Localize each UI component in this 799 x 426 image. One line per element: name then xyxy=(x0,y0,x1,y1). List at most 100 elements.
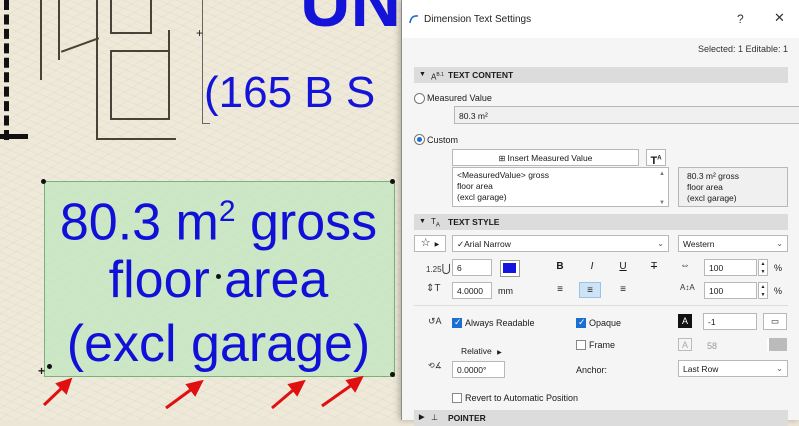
angle-field[interactable]: 0.0000° xyxy=(452,361,505,378)
pen-color-fill xyxy=(503,263,516,273)
annotation-arrows xyxy=(42,375,364,410)
strikethrough-button[interactable]: T xyxy=(643,259,665,275)
chevron-down-icon: ⌄ xyxy=(776,239,783,248)
readable-text-icon: ↺A xyxy=(428,316,442,326)
italic-button[interactable]: I xyxy=(581,259,603,275)
text-size-icon: ⇕T xyxy=(426,283,441,294)
pointer-section-header[interactable]: ▶ ⊥ POINTER xyxy=(414,410,788,426)
frame-icon: A xyxy=(681,340,688,350)
text-format-button[interactable]: TA xyxy=(646,149,666,167)
measured-value-label: Measured Value xyxy=(427,93,492,103)
align-left-button[interactable]: ≡ xyxy=(549,282,571,298)
percent-label: % xyxy=(774,286,783,296)
percent-label: % xyxy=(774,263,783,273)
align-center-icon: ≡ xyxy=(587,285,593,296)
favorites-button[interactable]: ☆ ▶ xyxy=(414,235,446,252)
pen-color-swatch[interactable] xyxy=(500,260,520,277)
relative-toggle[interactable]: Relative ▶ xyxy=(454,345,502,359)
opaque-label: Opaque xyxy=(589,318,622,328)
play-icon: ▶ xyxy=(497,350,502,356)
revert-checkbox[interactable] xyxy=(452,393,462,403)
frame-checkbox[interactable] xyxy=(576,340,586,350)
align-right-button[interactable]: ≡ xyxy=(612,282,634,298)
background-pen-field[interactable]: -1 xyxy=(703,313,757,330)
frame-pen-color[interactable] xyxy=(767,338,787,351)
collapse-caret-icon: ▼ xyxy=(419,71,426,78)
text-size-field[interactable]: 4.0000 xyxy=(452,282,492,299)
anchor-value: Last Row xyxy=(683,364,719,374)
pointer-icon: ⊥ xyxy=(431,413,438,422)
insert-measured-value-button[interactable]: ⊞ Insert Measured Value xyxy=(452,149,639,166)
preview-line: 80.3 m² gross xyxy=(687,171,739,181)
chevron-down-icon: ⌄ xyxy=(657,239,664,248)
section-title: POINTER xyxy=(448,413,486,423)
custom-label: Custom xyxy=(427,135,459,145)
help-button[interactable]: ? xyxy=(737,12,744,26)
app-icon xyxy=(409,15,419,24)
measured-value-field: 80.3 m² xyxy=(454,106,799,124)
monitor-icon: ▭ xyxy=(770,316,780,326)
background-pen-picker[interactable]: ▭ xyxy=(763,313,787,330)
section-title: TEXT STYLE xyxy=(448,217,500,227)
dialog-titlebar[interactable]: Dimension Text Settings ? ✕ xyxy=(402,0,799,38)
text-format-icon: TA xyxy=(650,154,662,167)
revert-label: Revert to Automatic Position xyxy=(465,393,579,403)
opaque-checkbox[interactable] xyxy=(576,317,586,328)
insert-button-label: Insert Measured Value xyxy=(507,153,593,163)
bold-button[interactable]: B xyxy=(549,259,571,275)
section-title: TEXT CONTENT xyxy=(448,70,514,80)
line-spacing-icon: A↕A xyxy=(680,283,695,292)
custom-radio[interactable] xyxy=(414,134,425,145)
custom-text-line: floor area xyxy=(457,181,493,191)
background-fill-icon: A xyxy=(681,316,688,326)
background-pen-swatch[interactable]: A xyxy=(678,314,692,328)
text-content-section-header[interactable]: ▼ AB.1 TEXT CONTENT xyxy=(414,67,788,83)
chevron-down-icon: ⌄ xyxy=(776,364,783,373)
star-icon: ☆ xyxy=(420,237,431,249)
underline-button[interactable]: U xyxy=(612,259,634,275)
collapse-caret-icon: ▶ xyxy=(419,414,425,421)
frame-pen-value: 58 xyxy=(707,341,718,351)
rotation-angle-icon: ⟲∡ xyxy=(428,361,442,370)
preview-line: (excl garage) xyxy=(687,193,737,203)
play-icon: ▶ xyxy=(434,242,440,248)
dimension-text-settings-dialog: Dimension Text Settings ? ✕ Selected: 1 … xyxy=(401,0,799,426)
frame-label: Frame xyxy=(589,340,616,350)
align-left-icon: ≡ xyxy=(557,284,563,295)
custom-text-line: <MeasuredValue> gross xyxy=(457,170,549,180)
custom-text-area[interactable]: <MeasuredValue> gross floor area (excl g… xyxy=(452,167,669,207)
script-dropdown[interactable]: Western ⌄ xyxy=(678,235,788,252)
width-factor-icon: ⇔ xyxy=(680,260,690,271)
collapse-caret-icon: ▼ xyxy=(419,218,426,225)
align-center-button[interactable]: ≡ xyxy=(579,282,601,298)
selection-info: Selected: 1 Editable: 1 xyxy=(697,44,788,54)
scroll-down-icon[interactable]: ▼ xyxy=(659,198,665,206)
scroll-up-icon[interactable]: ▲ xyxy=(659,169,665,180)
align-right-icon: ≡ xyxy=(620,284,626,295)
drawing-canvas[interactable]: + UNIT 2 (165 B S 80.3 m2 gross floor ar… xyxy=(0,0,401,420)
always-readable-checkbox[interactable] xyxy=(452,317,462,328)
font-dropdown[interactable]: ✓Arial Narrow ⌄ xyxy=(452,235,669,252)
stepper-arrows-icon: ▲ ▼ xyxy=(760,261,766,275)
custom-text-line: (excl garage) xyxy=(457,192,507,202)
frame-pen-swatch[interactable]: A xyxy=(678,338,692,351)
close-button[interactable]: ✕ xyxy=(774,10,785,26)
anchor-dropdown[interactable]: Last Row ⌄ xyxy=(678,360,788,377)
stepper-arrows-icon: ▲ ▼ xyxy=(760,284,766,298)
measured-value-radio[interactable] xyxy=(414,93,425,104)
font-name: Arial Narrow xyxy=(464,239,511,249)
text-style-section-header[interactable]: ▼ TA TEXT STYLE xyxy=(414,214,788,230)
width-factor-field[interactable]: 100 xyxy=(704,259,757,276)
text-pen-icon: 1.25⋃ xyxy=(426,263,451,275)
width-factor-stepper[interactable]: ▲ ▼ xyxy=(758,259,768,276)
divider xyxy=(414,305,788,306)
spacing-factor-field[interactable]: 100 xyxy=(704,282,757,299)
pen-number-field[interactable]: 6 xyxy=(452,259,492,276)
text-size-unit: mm xyxy=(498,286,513,296)
always-readable-label: Always Readable xyxy=(465,318,535,328)
text-style-icon: TA xyxy=(431,217,440,229)
spacing-factor-stepper[interactable]: ▲ ▼ xyxy=(758,282,768,299)
dialog-title: Dimension Text Settings xyxy=(424,14,532,25)
script-name: Western xyxy=(683,239,715,249)
anchor-label: Anchor: xyxy=(576,365,608,375)
